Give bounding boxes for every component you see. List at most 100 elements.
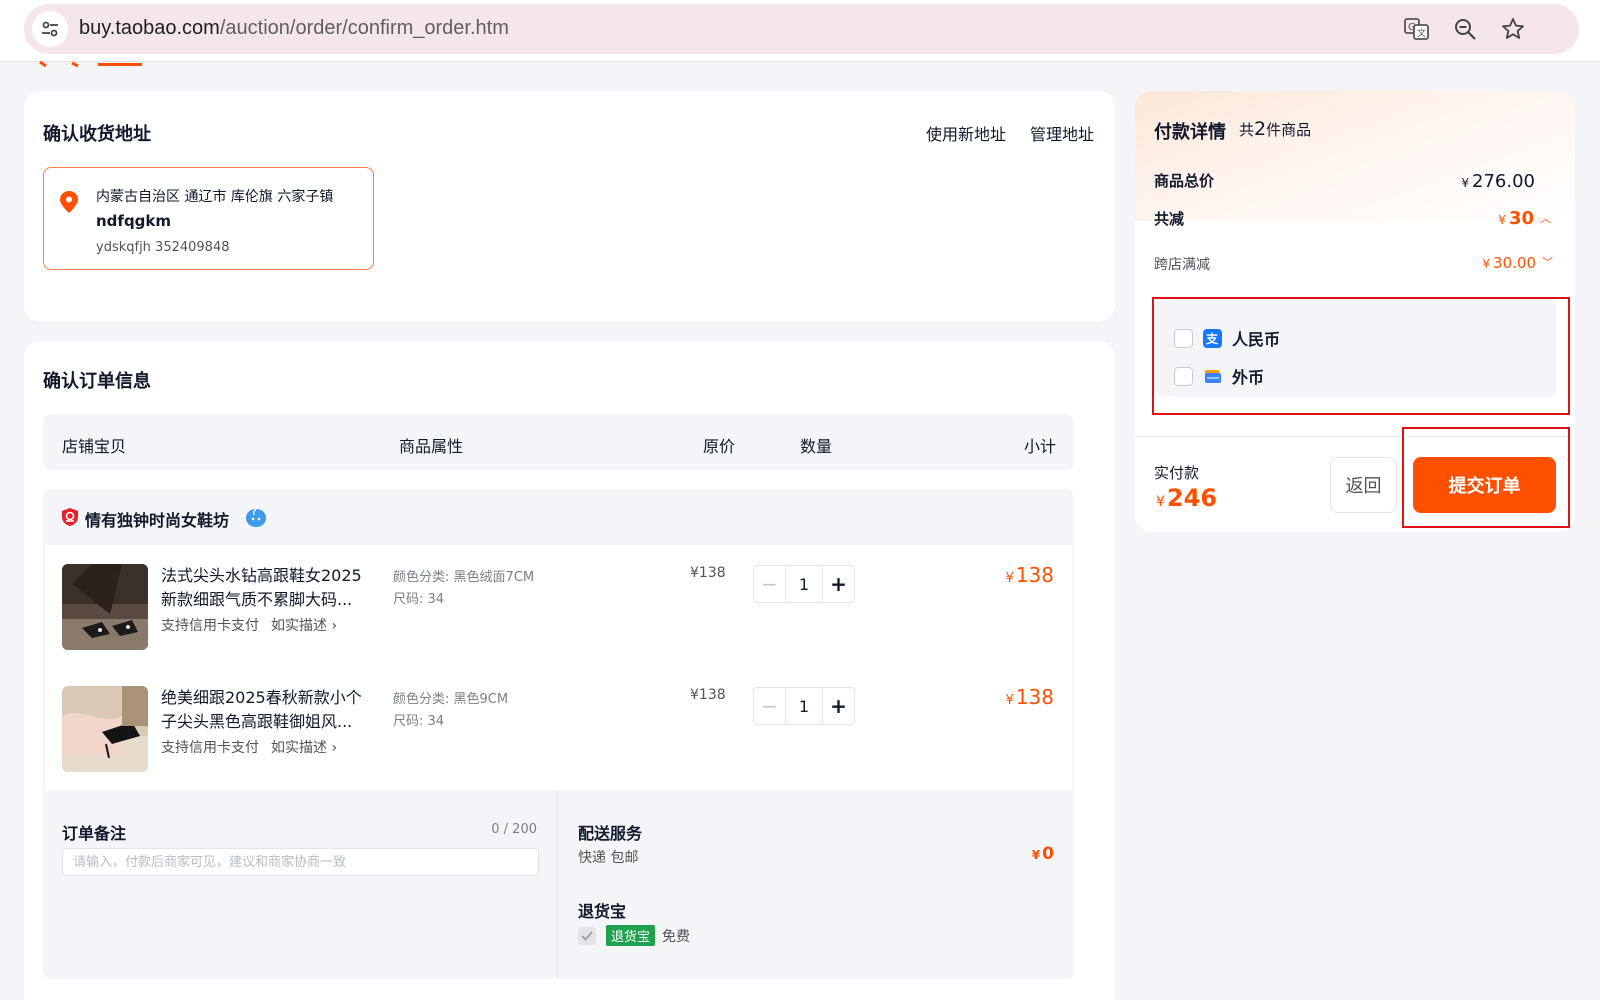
quantity-stepper: − 1 + [753, 687, 855, 725]
zoom-icon[interactable] [1452, 16, 1478, 42]
chat-icon[interactable] [245, 508, 267, 528]
column-header-price: 原价 [703, 437, 736, 456]
product-title[interactable]: 法式尖头水钻高跟鞋女2025新款细跟气质不累脚大码... [161, 564, 375, 612]
quantity-value[interactable]: 1 [786, 566, 822, 602]
actual-payment-label: 实付款 [1154, 464, 1200, 482]
actual-payment: ¥246 [1156, 484, 1217, 512]
decrease-button[interactable]: − [754, 566, 786, 602]
column-header-product: 店铺宝贝 [62, 437, 127, 456]
discount-value: 30 [1508, 208, 1534, 229]
return-insurance-price: 免费 [662, 929, 690, 945]
return-insurance-checkbox[interactable] [578, 927, 596, 945]
product-attributes: 颜色分类: 黑色绒面7CM 尺码: 34 [393, 567, 534, 611]
as-described-tag[interactable]: 如实描述 › [271, 740, 337, 756]
remark-char-count: 0 / 200 [491, 822, 537, 837]
url-text[interactable]: buy.taobao.com/auction/order/confirm_ord… [79, 17, 509, 40]
cross-store-toggle[interactable]: ¥30.00 ﹀ [1482, 254, 1553, 272]
cross-store-value: 30.00 [1493, 254, 1536, 272]
yen-symbol: ¥ [1005, 693, 1014, 708]
recipient-name: ndfqgkm [96, 212, 172, 230]
check-icon [581, 931, 593, 941]
remark-title: 订单备注 [62, 824, 127, 843]
attr-size: 尺码: 34 [393, 592, 445, 607]
highlight-submit-button [1402, 427, 1570, 528]
star-icon[interactable] [1500, 16, 1526, 42]
total-price-value: 276.00 [1472, 171, 1535, 192]
chevron-up-icon: ︿ [1540, 212, 1551, 225]
selected-address[interactable]: 内蒙古自治区 通辽市 库伦旗 六家子镇 ndfqgkm ydskqfjh 352… [43, 167, 374, 270]
shipping-method: 快递 包邮 [578, 850, 639, 866]
address-section-title: 确认收货地址 [43, 124, 151, 145]
product-image[interactable] [62, 564, 148, 650]
credit-card-tag: 支持信用卡支付 [161, 618, 259, 634]
delivery-section: 配送服务 快递 包邮 ¥0 退货宝 退货宝 免费 [559, 790, 1074, 979]
section-divider [557, 790, 558, 979]
payment-title: 付款详情 [1154, 122, 1226, 143]
yen-symbol: ¥ [1498, 213, 1506, 227]
address-region: 内蒙古自治区 通辽市 库伦旗 六家子镇 [96, 189, 334, 205]
chevron-down-icon: ﹀ [1542, 256, 1553, 269]
product-attributes: 颜色分类: 黑色9CM 尺码: 34 [393, 689, 508, 733]
total-price-label: 商品总价 [1154, 172, 1215, 190]
count-suffix: 件商品 [1266, 121, 1312, 139]
credit-card-tag: 支持信用卡支付 [161, 740, 259, 756]
manage-address-link[interactable]: 管理地址 [1030, 121, 1094, 145]
highlight-payment-methods [1152, 297, 1570, 415]
address-card: 确认收货地址 使用新地址 管理地址 内蒙古自治区 通辽市 库伦旗 六家子镇 nd… [24, 91, 1115, 321]
yen-symbol: ¥ [1005, 571, 1014, 586]
payment-header-bg [1135, 91, 1575, 221]
quantity-value[interactable]: 1 [786, 688, 822, 724]
product-title[interactable]: 绝美细跟2025春秋新款小个子尖头黑色高跟鞋御姐风... [161, 686, 375, 734]
back-button[interactable]: 返回 [1330, 457, 1397, 513]
yen-symbol: ¥ [1461, 176, 1470, 190]
shipping-fee: ¥0 [1032, 844, 1054, 864]
location-pin-icon [60, 191, 78, 213]
decrease-button[interactable]: − [754, 688, 786, 724]
item-count: 共2件商品 [1239, 118, 1311, 140]
discount-label: 共减 [1154, 210, 1185, 228]
url-host: buy.taobao.com [79, 17, 220, 39]
order-section-title: 确认订单信息 [43, 371, 151, 392]
yen-symbol: ¥ [1031, 848, 1041, 862]
shipping-title: 配送服务 [578, 824, 643, 843]
translate-icon[interactable]: G 文 [1404, 16, 1430, 42]
shop-badge-icon [62, 508, 78, 526]
increase-button[interactable]: + [822, 566, 854, 602]
list-item: 法式尖头水钻高跟鞋女2025新款细跟气质不累脚大码... 支持信用卡支付 如实描述… [45, 545, 1072, 667]
yen-symbol: ¥ [1482, 257, 1491, 271]
as-described-tag[interactable]: 如实描述 › [271, 618, 337, 634]
tune-icon[interactable] [32, 11, 68, 47]
original-price: ¥138 [690, 687, 726, 703]
shop-group: 情有独钟时尚女鞋坊 法式尖头水钻高跟鞋女2025新款细跟气质不累脚大码... 支… [43, 489, 1074, 979]
new-address-link[interactable]: 使用新地址 [926, 121, 1006, 145]
item-list: 法式尖头水钻高跟鞋女2025新款细跟气质不累脚大码... 支持信用卡支付 如实描述… [45, 545, 1072, 790]
product-image[interactable] [62, 686, 148, 772]
column-header-attributes: 商品属性 [399, 437, 464, 456]
subtotal: ¥138 [1006, 563, 1054, 587]
quantity-stepper: − 1 + [753, 565, 855, 603]
return-insurance-badge: 退货宝 [606, 925, 656, 946]
shop-name[interactable]: 情有独钟时尚女鞋坊 [85, 507, 229, 531]
taobao-logo [39, 60, 142, 68]
subtotal: ¥138 [1006, 685, 1054, 709]
count-value: 2 [1254, 118, 1267, 140]
shop-header: 情有独钟时尚女鞋坊 [43, 489, 1074, 545]
table-header: 店铺宝贝 商品属性 原价 数量 小计 [43, 414, 1074, 470]
attr-color: 颜色分类: 黑色9CM [393, 692, 509, 707]
browser-toolbar: buy.taobao.com/auction/order/confirm_ord… [0, 0, 1600, 62]
column-header-quantity: 数量 [800, 437, 833, 456]
subtotal-value: 138 [1015, 563, 1054, 587]
yen-symbol: ¥ [1156, 494, 1165, 510]
shipping-fee-value: 0 [1042, 844, 1054, 864]
remark-input[interactable] [62, 848, 539, 876]
address-detail: ydskqfjh 352409848 [96, 240, 230, 255]
address-bar[interactable]: buy.taobao.com/auction/order/confirm_ord… [24, 4, 1579, 54]
original-price: ¥138 [690, 565, 726, 581]
product-tags: 支持信用卡支付 如实描述 › [161, 615, 349, 635]
count-prefix: 共 [1239, 121, 1255, 139]
order-remark-section: 订单备注 0 / 200 [43, 790, 557, 979]
total-price: ¥276.00 [1461, 171, 1535, 192]
discount-toggle[interactable]: ¥30 ︿ [1498, 208, 1551, 229]
increase-button[interactable]: + [822, 688, 854, 724]
subtotal-value: 138 [1015, 685, 1054, 709]
